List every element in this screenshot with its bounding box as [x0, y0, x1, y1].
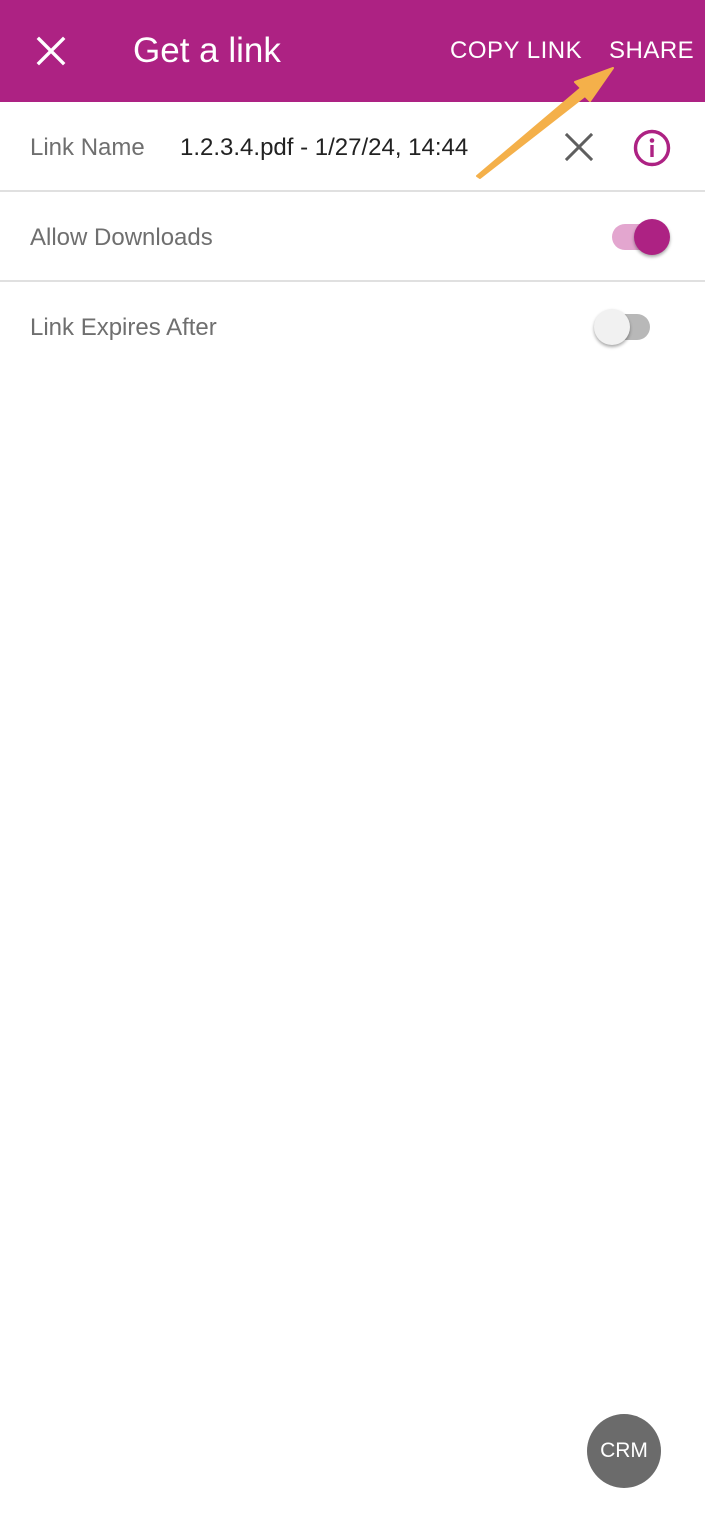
info-icon — [633, 129, 671, 167]
copy-link-button[interactable]: COPY LINK — [450, 36, 582, 66]
toggle-thumb — [594, 309, 630, 345]
link-name-row: Link Name 1.2.3.4.pdf - 1/27/24, 14:44 — [0, 102, 705, 192]
allow-downloads-row: Allow Downloads — [0, 192, 705, 282]
clear-link-name-button[interactable] — [558, 126, 600, 168]
close-icon — [565, 133, 593, 161]
allow-downloads-label: Allow Downloads — [30, 224, 213, 251]
crm-button[interactable]: CRM — [587, 1414, 661, 1488]
close-button[interactable] — [22, 22, 80, 80]
page-title: Get a link — [133, 31, 281, 70]
link-expires-label: Link Expires After — [30, 314, 217, 341]
app-bar: Get a link COPY LINK SHARE — [0, 0, 705, 102]
info-button[interactable] — [630, 126, 674, 170]
link-name-label: Link Name — [30, 134, 145, 161]
link-expires-toggle[interactable] — [592, 307, 656, 347]
share-button[interactable]: SHARE — [609, 36, 694, 66]
get-link-screen: Get a link COPY LINK SHARE Link Name 1.2… — [0, 0, 705, 1517]
close-icon — [36, 36, 66, 66]
allow-downloads-toggle[interactable] — [606, 217, 670, 257]
toggle-thumb — [634, 219, 670, 255]
link-name-input[interactable]: 1.2.3.4.pdf - 1/27/24, 14:44 — [180, 133, 468, 163]
